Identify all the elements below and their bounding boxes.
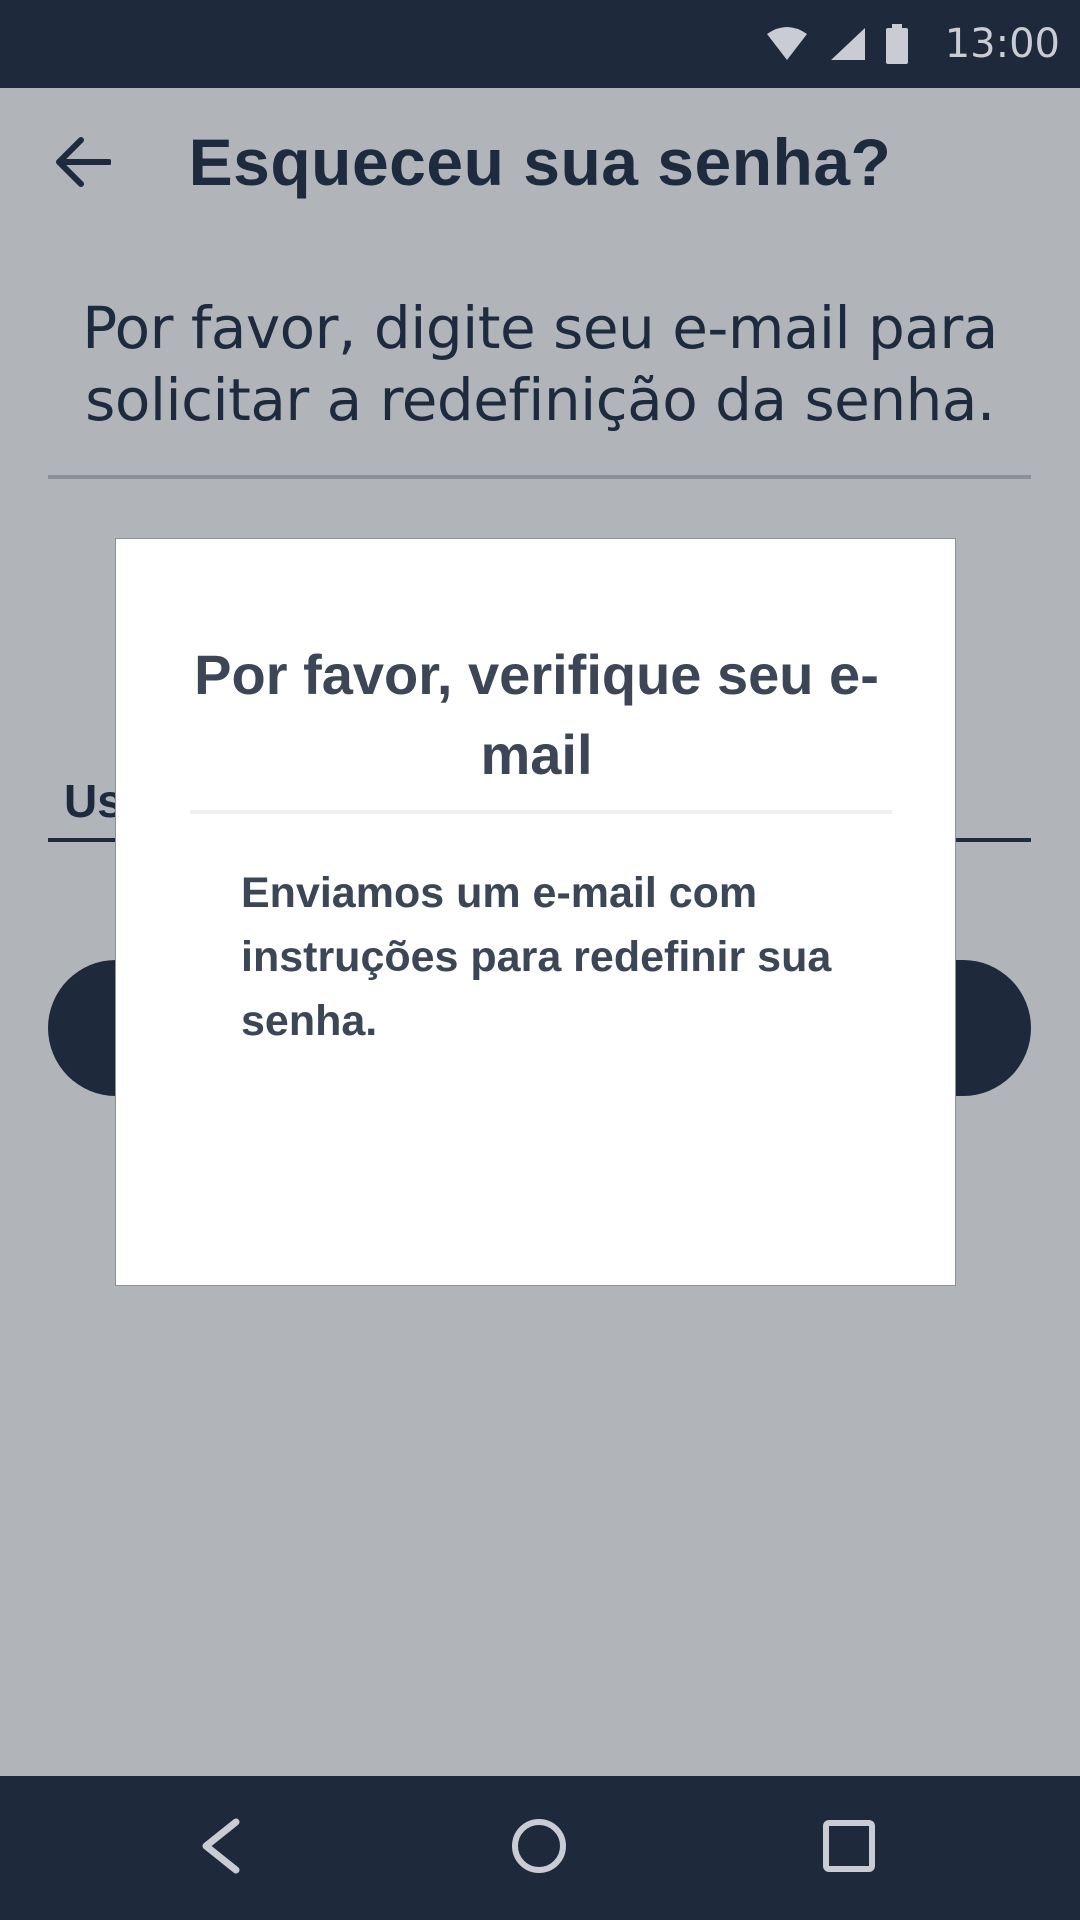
back-button[interactable] — [50, 132, 114, 196]
instructions-text: Por favor, digite seu e-mail para solici… — [82, 294, 998, 434]
confirmation-dialog: Por favor, verifique seu e-mail Enviamos… — [115, 538, 956, 1286]
dialog-divider — [190, 810, 892, 814]
nav-recents-button[interactable] — [799, 1798, 899, 1898]
navigation-bar — [0, 1776, 1080, 1920]
dialog-body: Enviamos um e-mail com instruções para r… — [241, 869, 832, 1045]
email-field-label: Us — [64, 775, 123, 827]
dialog-title: Por favor, verifique seu e-mail — [194, 643, 879, 786]
nav-back-button[interactable] — [170, 1798, 270, 1898]
divider — [48, 475, 1031, 479]
wifi-icon — [765, 26, 809, 62]
status-icons: 13:00 — [765, 0, 1060, 88]
signal-icon — [827, 26, 867, 62]
nav-recents-icon — [823, 1819, 875, 1877]
battery-icon — [885, 24, 909, 64]
page-title: Esqueceu sua senha? — [188, 125, 892, 199]
arrow-left-icon — [53, 136, 112, 193]
nav-home-button[interactable] — [489, 1798, 589, 1898]
status-bar: 13:00 — [0, 0, 1080, 88]
status-time: 13:00 — [944, 21, 1060, 67]
nav-back-icon — [198, 1818, 242, 1879]
nav-home-icon — [511, 1818, 567, 1879]
